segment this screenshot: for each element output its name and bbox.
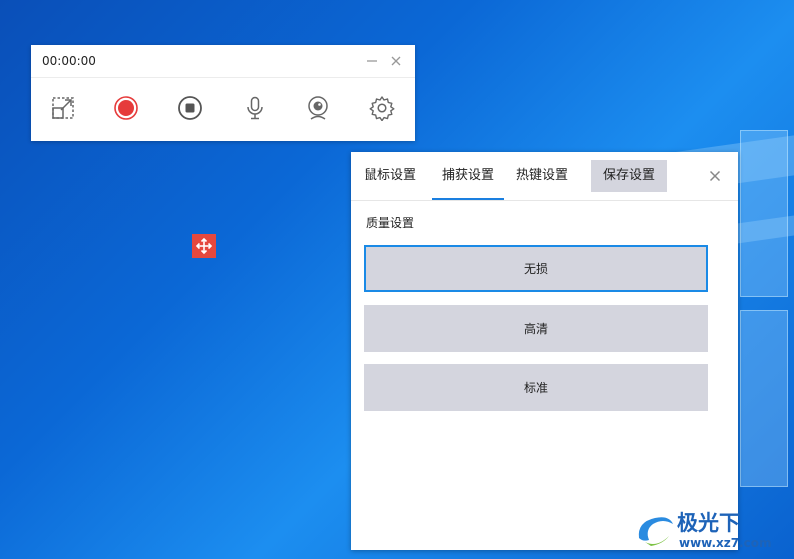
move-handle[interactable] [192, 234, 216, 258]
recorder-toolbar: 00:00:00 [31, 45, 415, 141]
minimize-button[interactable] [362, 51, 382, 71]
tab-capture-settings[interactable]: 捕获设置 [432, 152, 504, 200]
quality-lossless-button[interactable]: 无损 [364, 245, 708, 292]
site-watermark: 极光下 www.xz7.com [633, 505, 791, 555]
close-icon [709, 170, 721, 182]
quality-standard-button[interactable]: 标准 [364, 364, 708, 411]
region-select-button[interactable] [47, 92, 79, 124]
settings-panel: 鼠标设置 捕获设置 热键设置 保存设置 质量设置 无损 高清 标准 [351, 152, 738, 550]
windows-logo-pane [740, 310, 788, 487]
stop-icon [178, 96, 202, 120]
microphone-button[interactable] [239, 92, 271, 124]
recorder-title-bar[interactable]: 00:00:00 [31, 45, 415, 78]
settings-tab-bar: 鼠标设置 捕获设置 热键设置 保存设置 [351, 152, 738, 201]
close-icon [391, 56, 401, 66]
tab-save-settings[interactable]: 保存设置 [591, 160, 667, 192]
close-settings-button[interactable] [705, 166, 725, 186]
stop-button[interactable] [174, 92, 206, 124]
move-icon [195, 237, 213, 255]
close-button[interactable] [386, 51, 406, 71]
quality-hd-button[interactable]: 高清 [364, 305, 708, 352]
recording-timer: 00:00:00 [42, 54, 96, 68]
watermark-logo-icon [638, 517, 673, 546]
tab-mouse-settings[interactable]: 鼠标设置 [360, 152, 420, 200]
record-button[interactable] [110, 92, 142, 124]
quality-section-title: 质量设置 [366, 216, 415, 230]
microphone-icon [247, 96, 263, 120]
watermark-url: www.xz7.com [679, 536, 772, 550]
webcam-button[interactable] [302, 92, 334, 124]
settings-button[interactable] [366, 92, 398, 124]
watermark-text: 极光下 [677, 511, 740, 535]
tab-hotkey-settings[interactable]: 热键设置 [511, 152, 573, 200]
minimize-icon [367, 60, 377, 62]
webcam-icon [308, 96, 328, 120]
windows-logo-pane [740, 130, 788, 297]
record-icon [114, 96, 138, 120]
region-select-icon [52, 97, 74, 119]
desktop-background: 00:00:00 鼠标设置 捕获设置 热键设置 保存设置 质量设置 无损 高清 … [0, 0, 794, 559]
gear-icon [369, 96, 395, 121]
